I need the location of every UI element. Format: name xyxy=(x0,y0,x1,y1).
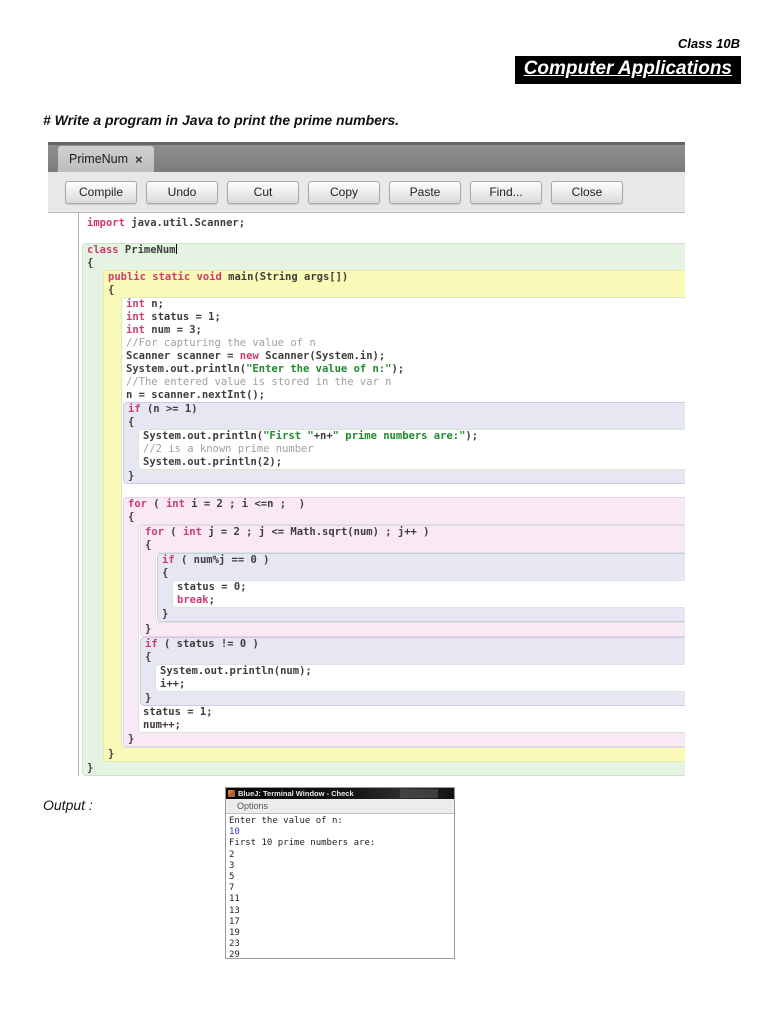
terminal-output[interactable]: Enter the value of n: 10 First 10 prime nu… xyxy=(226,814,454,961)
code-line: } xyxy=(108,748,115,760)
scope-lav: if (n >= 1){ System.out.println("First "+… xyxy=(123,402,685,484)
scope-pink: for ( int i = 2 ; i <=n ; ){for ( int j … xyxy=(123,497,685,747)
scope-green: class PrimeNum{public static void main(S… xyxy=(82,243,685,776)
code-line: System.out.println(num); xyxy=(160,665,312,677)
code-line: status = 0; xyxy=(177,581,247,593)
code-line: public static void main(String args[]) xyxy=(108,271,349,283)
scope-lav: if ( status != 0 ){System.out.println(nu… xyxy=(140,637,685,706)
toolbar-button-close[interactable]: Close xyxy=(551,180,623,204)
scope-wbody: int n; int status = 1; int num = 3;//For c… xyxy=(121,297,685,748)
code-line: Scanner scanner = new Scanner(System.in)… xyxy=(126,350,386,362)
scope-white: for ( int j = 2 ; j <= Math.sqrt(num) ; … xyxy=(138,524,685,733)
terminal-menubar: Options xyxy=(226,799,454,814)
code-line: num++; xyxy=(143,719,181,731)
scope-none: import java.util.Scanner; class PrimeNum… xyxy=(82,217,685,776)
code-line: System.out.println("Enter the value of n… xyxy=(126,363,405,375)
toolbar-button-undo[interactable]: Undo xyxy=(146,180,218,204)
terminal-line: 11 xyxy=(229,894,240,905)
scope-yellow: public static void main(String args[]){i… xyxy=(103,270,685,762)
code-line: { xyxy=(145,539,152,551)
toolbar-button-find[interactable]: Find... xyxy=(470,180,542,204)
tab-title: PrimeNum xyxy=(69,152,129,166)
code-line: { xyxy=(162,567,169,579)
tab-primenum[interactable]: PrimeNum × xyxy=(58,146,154,172)
code-line: if ( status != 0 ) xyxy=(145,638,259,650)
code-line: class PrimeNum xyxy=(87,244,177,256)
terminal-line: 5 xyxy=(229,871,235,882)
class-label: Class 10B xyxy=(677,36,740,51)
terminal-titlebar[interactable]: BlueJ: Terminal Window - Check xyxy=(226,788,454,799)
toolbar-button-paste[interactable]: Paste xyxy=(389,180,461,204)
code-editor-area[interactable]: import java.util.Scanner; class PrimeNum… xyxy=(48,213,685,781)
code-line: import java.util.Scanner; xyxy=(87,217,246,229)
text-cursor xyxy=(175,244,177,254)
code-line: } xyxy=(128,470,135,482)
toolbar-button-copy[interactable]: Copy xyxy=(308,180,380,204)
terminal-line: 3 xyxy=(229,860,235,871)
terminal-line: 2 xyxy=(229,849,235,860)
terminal-title: BlueJ: Terminal Window - Check xyxy=(238,789,354,798)
code-line: } xyxy=(87,762,94,774)
code-line: i++; xyxy=(160,678,186,690)
bluej-editor-window: PrimeNum × Compile Undo Cut Copy Paste Find..… xyxy=(48,142,685,781)
editor-gutter-divider xyxy=(78,213,79,776)
toolbar-button-compile[interactable]: Compile xyxy=(65,180,137,204)
terminal-line: 10 xyxy=(229,827,240,838)
code-line: if ( num%j == 0 ) xyxy=(162,554,270,566)
scope-white: if ( num%j == 0 ){status = 0; break;} xyxy=(155,552,685,623)
subject-title: Computer Applications xyxy=(514,56,741,84)
code-line: for ( int i = 2 ; i <=n ; ) xyxy=(128,498,306,510)
terminal-line: 23 xyxy=(229,939,240,950)
question-text: # Write a program in Java to print the p… xyxy=(43,112,400,128)
terminal-menu-options[interactable]: Options xyxy=(237,801,268,811)
code-line: { xyxy=(128,416,135,428)
code-line: { xyxy=(128,511,135,523)
scope-pink: for ( int j = 2 ; j <= Math.sqrt(num) ; … xyxy=(140,525,685,637)
code-line: status = 1; xyxy=(143,706,213,718)
output-label: Output : xyxy=(43,797,93,813)
code-line: { xyxy=(108,284,115,296)
code-line: { xyxy=(87,257,94,269)
terminal-line: 17 xyxy=(229,916,240,927)
editor-tab-bar: PrimeNum × xyxy=(48,142,685,172)
code-line: int n; xyxy=(126,298,164,310)
bluej-app-icon xyxy=(228,790,235,797)
code-line: n = scanner.nextInt(); xyxy=(126,389,266,401)
terminal-line: 7 xyxy=(229,883,235,894)
scope-white: System.out.println(num); i++; xyxy=(155,664,685,692)
terminal-line: Enter the value of n: xyxy=(229,816,343,826)
code-line: { xyxy=(145,651,152,663)
code-line: System.out.println("First "+n+" prime nu… xyxy=(143,430,479,442)
code-line: int num = 3; xyxy=(126,324,202,336)
terminal-line: 29 xyxy=(229,950,240,961)
editor-toolbar: Compile Undo Cut Copy Paste Find... Close xyxy=(48,172,685,213)
code-line: if (n >= 1) xyxy=(128,403,198,415)
code-line: System.out.println(2); xyxy=(143,456,283,468)
code-line: int status = 1; xyxy=(126,311,221,323)
toolbar-button-cut[interactable]: Cut xyxy=(227,180,299,204)
terminal-line: 13 xyxy=(229,905,240,916)
terminal-line: 19 xyxy=(229,927,240,938)
code-content: import java.util.Scanner; class PrimeNum… xyxy=(48,213,685,776)
terminal-window-controls[interactable] xyxy=(400,789,438,798)
code-line: } xyxy=(145,623,152,635)
terminal-window: BlueJ: Terminal Window - Check Options E… xyxy=(225,787,455,961)
code-line: } xyxy=(128,733,135,745)
terminal-line: First 10 prime numbers are: xyxy=(229,838,376,849)
code-line: } xyxy=(162,608,169,620)
code-line: //2 is a known prime number xyxy=(143,443,314,455)
code-line: break; xyxy=(177,594,215,606)
code-line: //The entered value is stored in the var… xyxy=(126,376,392,388)
code-line: for ( int j = 2 ; j <= Math.sqrt(num) ; … xyxy=(145,526,430,538)
code-line: } xyxy=(145,692,152,704)
scope-white: System.out.println("First "+n+" prime nu… xyxy=(138,429,685,470)
scope-white: status = 0; break; xyxy=(172,580,685,608)
scope-lav: if ( num%j == 0 ){status = 0; break;} xyxy=(157,553,685,622)
code-line: //For capturing the value of n xyxy=(126,337,316,349)
tab-close-icon[interactable]: × xyxy=(135,153,143,166)
document-page: Class 10B Computer Applications # Write … xyxy=(0,0,768,1024)
